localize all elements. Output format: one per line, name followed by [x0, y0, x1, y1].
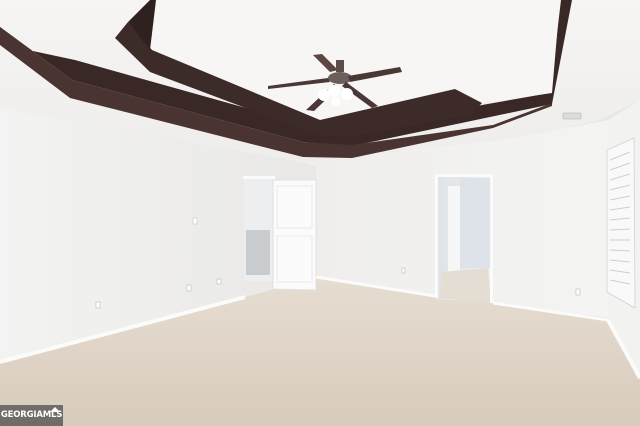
house-roof-icon — [50, 407, 60, 412]
light-switch — [192, 217, 198, 225]
wall-outlet-4 — [575, 288, 581, 296]
wall-outlet-5 — [401, 267, 406, 274]
open-door[interactable] — [272, 179, 317, 291]
wall-outlet-2 — [186, 284, 192, 292]
right-doorway-frame-top — [435, 174, 493, 177]
wall-outlet-3 — [216, 278, 222, 285]
mls-watermark: GEORGIAMLS — [0, 405, 63, 426]
left-doorway-inner-wall — [246, 230, 270, 275]
wall-outlet-1 — [95, 301, 101, 309]
room-illustration — [0, 0, 640, 426]
right-doorway-frame-left — [435, 175, 438, 298]
empty-bedroom-photo: GEORGIAMLS — [0, 0, 640, 426]
air-vent — [562, 112, 582, 120]
hall-far-door — [448, 186, 460, 272]
watermark-brand-text: GEORGIAMLS — [0, 410, 63, 421]
left-doorway-frame — [243, 176, 275, 179]
right-doorway-frame-right — [490, 175, 493, 303]
hall-floor — [440, 268, 491, 303]
hall-wall — [460, 178, 490, 268]
